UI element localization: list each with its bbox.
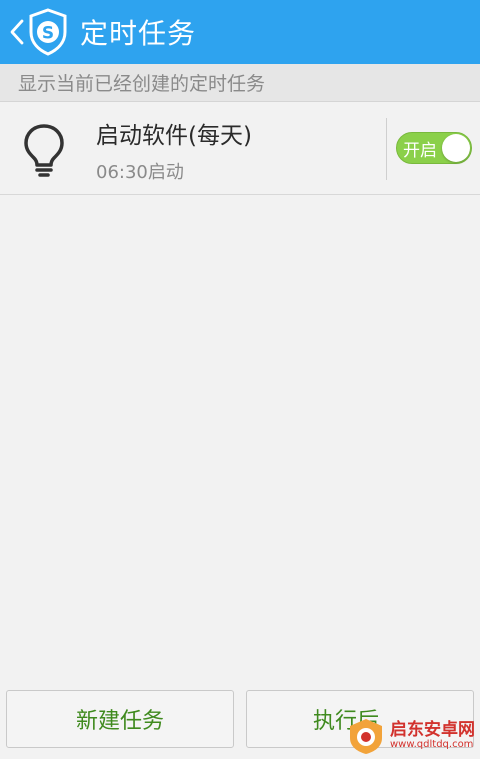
svg-text:S: S: [42, 24, 54, 44]
watermark-logo-icon: [350, 718, 382, 754]
task-enable-toggle[interactable]: 开启: [396, 132, 472, 164]
watermark: 启东安卓网 www.qdltdq.com: [346, 712, 480, 759]
watermark-url: www.qdltdq.com: [390, 739, 474, 751]
header-bar: S 定时任务: [0, 0, 480, 64]
page-title: 定时任务: [80, 17, 197, 50]
shield-s-logo-icon: S: [28, 8, 68, 56]
subtitle-text: 显示当前已经创建的定时任务: [18, 73, 266, 95]
back-button[interactable]: [0, 0, 28, 64]
toggle-label: 开启: [403, 140, 437, 161]
chevron-left-icon: [10, 19, 24, 45]
watermark-text: 启东安卓网 www.qdltdq.com: [390, 719, 475, 751]
app-root: S 定时任务 显示当前已经创建的定时任务 启动软件(每天) 06:30启动 开启…: [0, 0, 480, 759]
watermark-title: 启东安卓网: [390, 719, 475, 740]
lightbulb-icon: [24, 124, 64, 177]
new-task-button[interactable]: 新建任务: [6, 690, 234, 748]
divider: [386, 118, 387, 180]
task-time: 06:30启动: [96, 162, 184, 183]
task-title: 启动软件(每天): [96, 123, 252, 149]
subtitle-bar: 显示当前已经创建的定时任务: [0, 64, 480, 102]
toggle-knob: [442, 134, 470, 162]
